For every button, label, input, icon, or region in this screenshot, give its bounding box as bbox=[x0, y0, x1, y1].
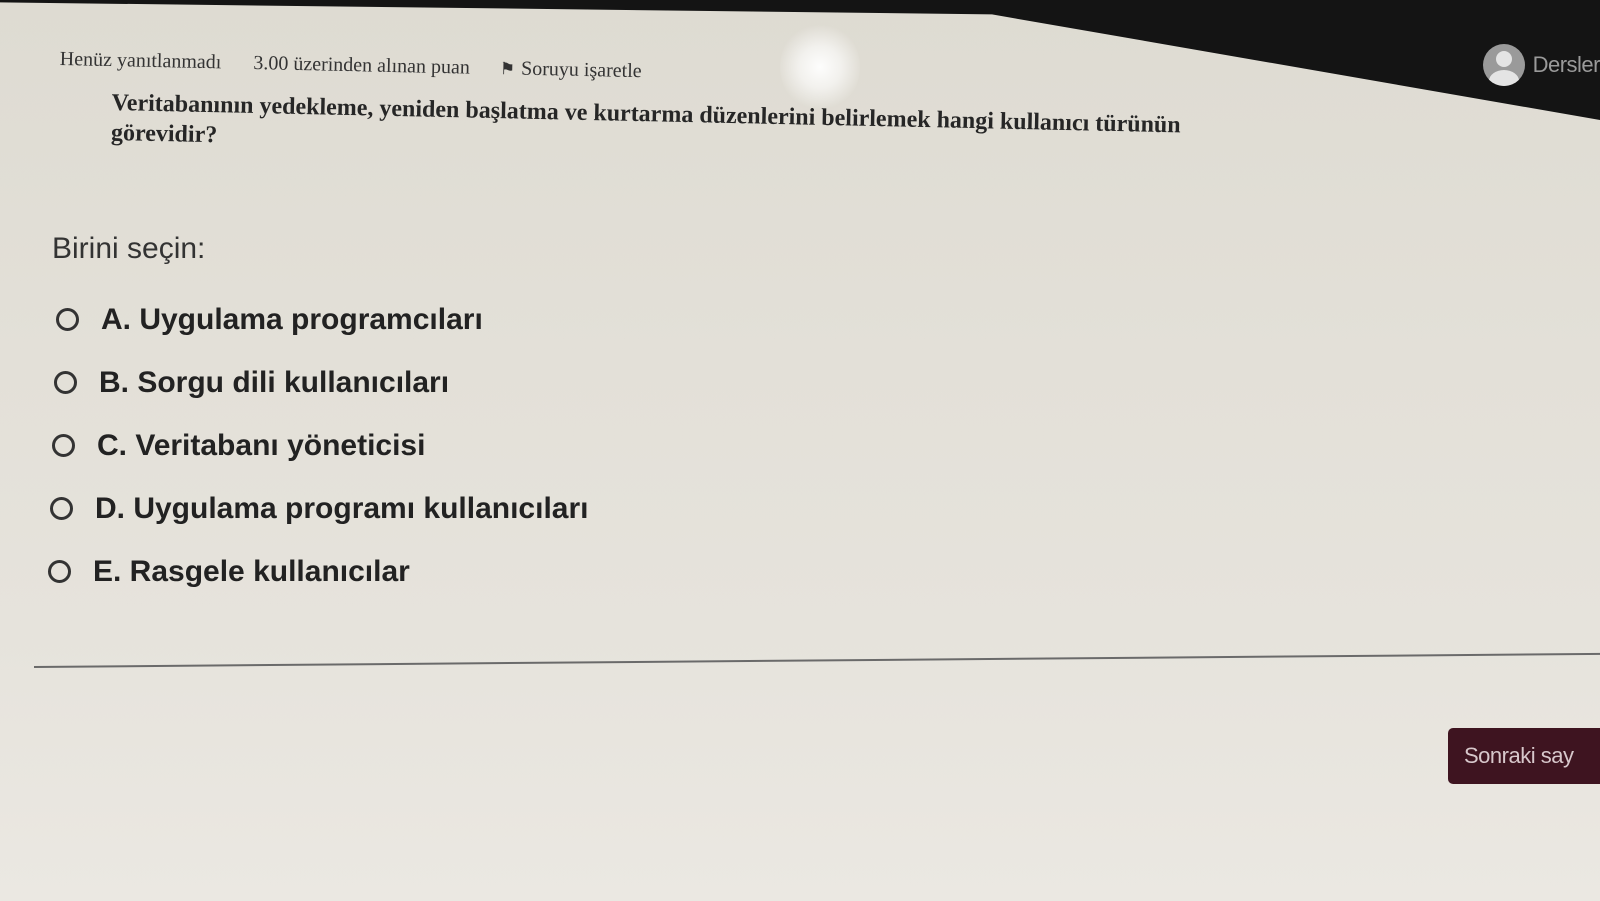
flag-question-label[interactable]: Soruyu işaretle bbox=[521, 58, 642, 84]
question-state: Henüz yanıtlanmadı bbox=[59, 48, 222, 74]
answer-option-e[interactable]: E. Rasgele kullanıcılar bbox=[48, 540, 586, 603]
next-page-button[interactable]: Sonraki say bbox=[1448, 728, 1600, 784]
screen-glare bbox=[780, 22, 860, 112]
flag-icon[interactable]: ⚑ bbox=[500, 59, 516, 79]
question-grade: 3.00 üzerinden alınan puan bbox=[253, 52, 471, 79]
answer-option-b[interactable]: B. Sorgu dili kullanıcıları bbox=[54, 351, 592, 414]
answer-label[interactable]: A. Uygulama programcıları bbox=[101, 303, 483, 337]
user-menu-label[interactable]: Dersler bbox=[1533, 52, 1600, 78]
answer-label[interactable]: B. Sorgu dili kullanıcıları bbox=[99, 366, 449, 400]
question-text: Veritabanının yedekleme, yeniden başlatm… bbox=[110, 89, 1181, 149]
answer-option-d[interactable]: D. Uygulama programı kullanıcıları bbox=[50, 477, 588, 540]
radio-button[interactable] bbox=[50, 497, 73, 520]
avatar-icon[interactable] bbox=[1482, 44, 1525, 86]
section-divider bbox=[34, 652, 1600, 668]
answer-label[interactable]: C. Veritabanı yöneticisi bbox=[97, 429, 425, 463]
answer-prompt: Birini seçin: bbox=[52, 232, 206, 265]
question-info: Henüz yanıtlanmadı 3.00 üzerinden alınan… bbox=[60, 48, 642, 83]
answer-option-a[interactable]: A. Uygulama programcıları bbox=[56, 288, 594, 351]
user-menu[interactable]: Dersler bbox=[1482, 44, 1600, 86]
answer-label[interactable]: E. Rasgele kullanıcılar bbox=[93, 555, 410, 589]
flag-question-link[interactable]: ⚑ Soruyu işaretle bbox=[500, 57, 642, 83]
answer-list: A. Uygulama programcıları B. Sorgu dili … bbox=[48, 288, 594, 603]
answer-option-c[interactable]: C. Veritabanı yöneticisi bbox=[52, 414, 590, 477]
radio-button[interactable] bbox=[54, 371, 77, 394]
radio-button[interactable] bbox=[56, 308, 79, 331]
radio-button[interactable] bbox=[48, 560, 71, 583]
radio-button[interactable] bbox=[52, 434, 75, 457]
answer-label[interactable]: D. Uygulama programı kullanıcıları bbox=[95, 492, 588, 526]
